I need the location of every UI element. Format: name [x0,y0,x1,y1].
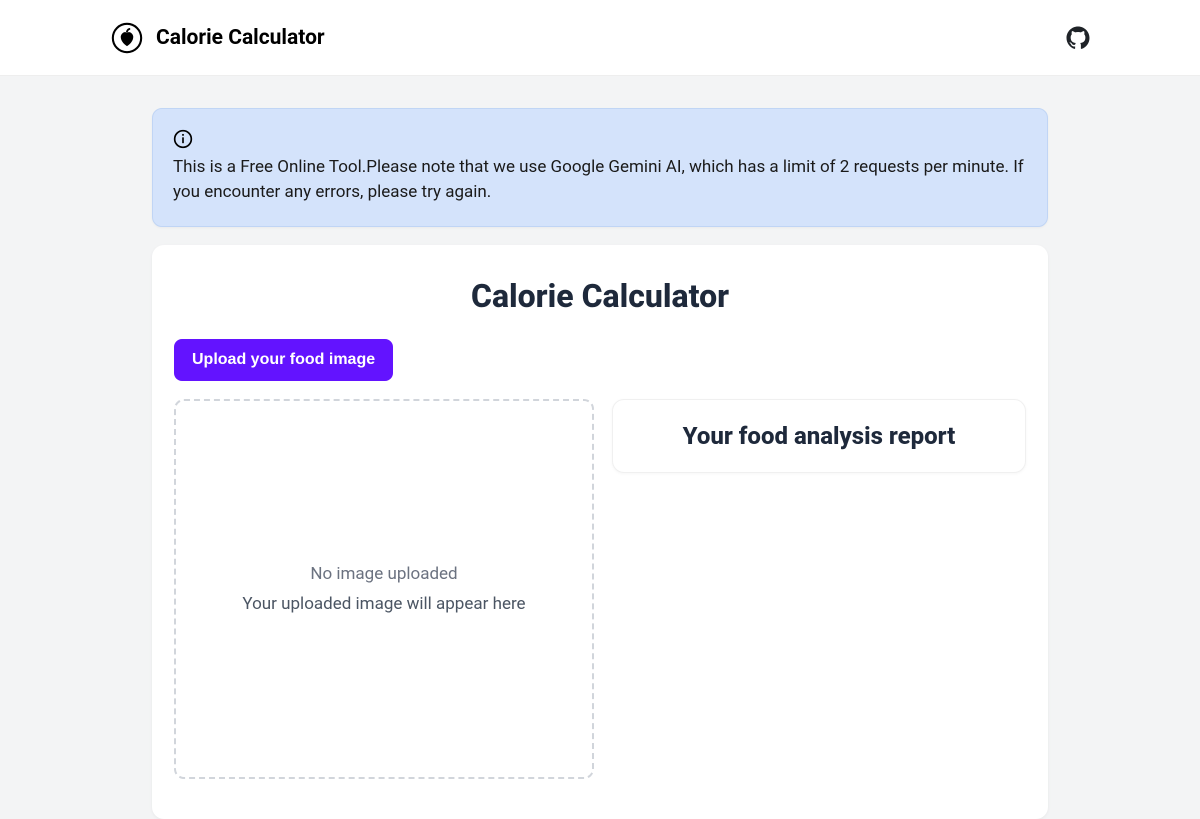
github-icon[interactable] [1066,26,1090,50]
report-card: Your food analysis report [612,399,1026,473]
report-title: Your food analysis report [633,422,1005,450]
dropzone-empty-subtitle: Your uploaded image will appear here [242,594,525,614]
dropzone-empty-title: No image uploaded [310,564,457,584]
content-row: No image uploaded Your uploaded image wi… [174,399,1026,779]
info-alert-text: This is a Free Online Tool.Please note t… [173,155,1027,204]
main-card: Calorie Calculator Upload your food imag… [152,245,1048,819]
logo-icon [110,21,144,55]
main-container: This is a Free Online Tool.Please note t… [150,108,1050,819]
upload-button[interactable]: Upload your food image [174,339,393,381]
upload-dropzone[interactable]: No image uploaded Your uploaded image wi… [174,399,594,779]
brand: Calorie Calculator [110,21,325,55]
app-title: Calorie Calculator [156,26,325,50]
info-alert: This is a Free Online Tool.Please note t… [152,108,1048,227]
app-header: Calorie Calculator [0,0,1200,76]
info-icon [173,129,193,149]
page-title: Calorie Calculator [174,277,1026,315]
